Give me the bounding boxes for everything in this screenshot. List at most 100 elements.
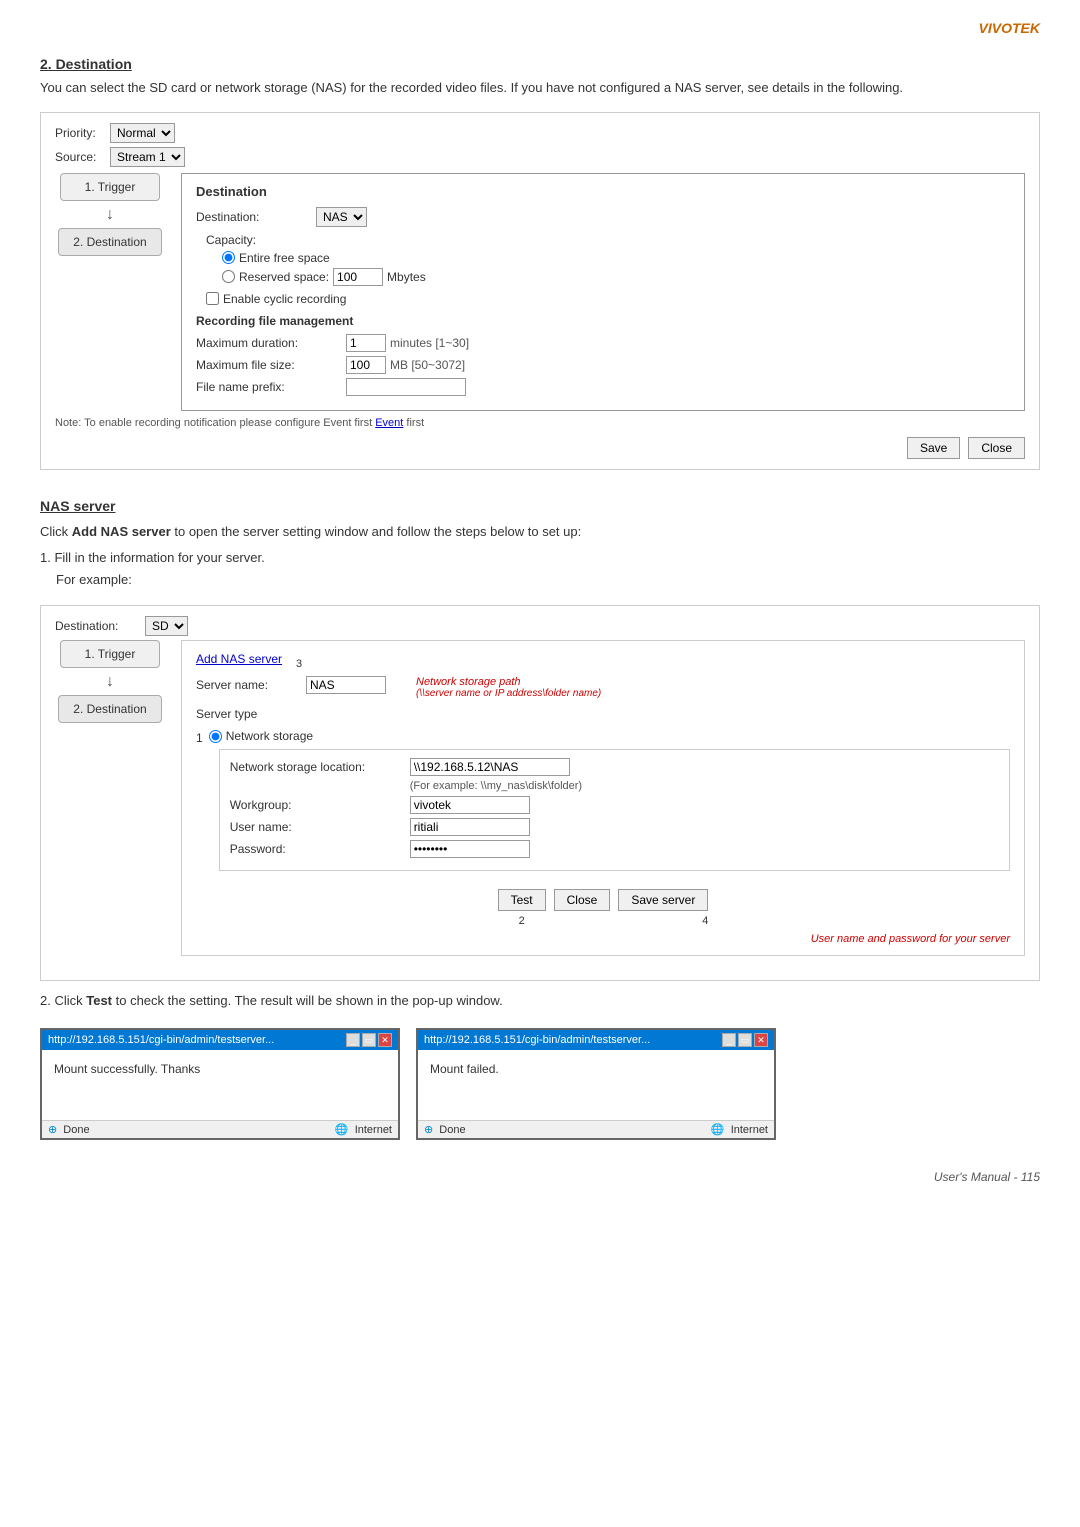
- popup2-titlebar: http://192.168.5.151/cgi-bin/admin/tests…: [418, 1030, 774, 1050]
- max-duration-input[interactable]: [346, 334, 386, 352]
- workflow-steps-1: 1. Trigger ↓ 2. Destination: [55, 173, 165, 256]
- source-label: Source:: [55, 150, 110, 164]
- brand-logo: VIVOTEK: [40, 20, 1040, 36]
- nas-step-arrow: ↓: [106, 672, 114, 691]
- max-duration-unit: minutes [1~30]: [390, 336, 469, 350]
- workgroup-input[interactable]: [410, 796, 530, 814]
- annotation-3: 3: [296, 658, 302, 670]
- add-nas-btn[interactable]: Add NAS server: [196, 652, 282, 666]
- cyclic-recording-checkbox[interactable]: [206, 292, 219, 305]
- annotation-2: 2: [519, 915, 525, 927]
- server-name-input[interactable]: [306, 676, 386, 694]
- nas-section: NAS server Click Add NAS server to open …: [40, 498, 1040, 982]
- source-select[interactable]: Stream 1: [110, 147, 185, 167]
- config-area-1: Priority: Normal Source: Stream 1 1. Tri…: [40, 112, 1040, 470]
- password-label: Password:: [230, 842, 410, 856]
- nas-intro: Click Add NAS server to open the server …: [40, 522, 1040, 542]
- entire-free-radio[interactable]: [222, 251, 235, 264]
- reserved-space-radio[interactable]: [222, 270, 235, 283]
- page-footer: User's Manual - 115: [40, 1170, 1040, 1184]
- popup2-done: ⊕ Done: [424, 1123, 466, 1136]
- popup1-restore[interactable]: ▭: [362, 1033, 376, 1047]
- popup1-statusbar: ⊕ Done 🌐 Internet: [42, 1120, 398, 1138]
- priority-select[interactable]: Normal: [110, 123, 175, 143]
- popup2-internet: 🌐 Internet: [711, 1123, 768, 1136]
- annotation-username-password: User name and password for your server: [196, 933, 1010, 945]
- server-type-label: Server type: [196, 705, 306, 721]
- popup1-close[interactable]: ✕: [378, 1033, 392, 1047]
- server-name-label: Server name:: [196, 676, 306, 692]
- annotation-1: 1: [196, 731, 203, 745]
- entire-free-label: Entire free space: [239, 251, 330, 265]
- popup2-statusbar: ⊕ Done 🌐 Internet: [418, 1120, 774, 1138]
- workflow-steps-2: 1. Trigger ↓ 2. Destination: [55, 640, 165, 723]
- popup-section: http://192.168.5.151/cgi-bin/admin/tests…: [40, 1028, 1040, 1140]
- destination-panel-1: Destination Destination: NAS Capacity: E…: [181, 173, 1025, 411]
- step2-box: 2. Destination: [58, 228, 161, 256]
- priority-label: Priority:: [55, 126, 110, 140]
- popup1-controls: _ ▭ ✕: [346, 1033, 392, 1047]
- password-input[interactable]: [410, 840, 530, 858]
- username-label: User name:: [230, 820, 410, 834]
- reserved-space-label: Reserved space:: [239, 270, 329, 284]
- network-storage-box: Network storage location: (For example: …: [219, 749, 1010, 871]
- dest-select[interactable]: NAS: [316, 207, 367, 227]
- close-button[interactable]: Close: [968, 437, 1025, 459]
- popup1-minimize[interactable]: _: [346, 1033, 360, 1047]
- popup2-restore[interactable]: ▭: [738, 1033, 752, 1047]
- dest-select-2[interactable]: SD: [145, 616, 188, 636]
- popup2-minimize[interactable]: _: [722, 1033, 736, 1047]
- dest-label2: Destination:: [55, 619, 145, 633]
- popup2-close[interactable]: ✕: [754, 1033, 768, 1047]
- nas-steps: 1. Fill in the information for your serv…: [40, 547, 1040, 591]
- rec-mgmt-title: Recording file management: [196, 314, 1010, 328]
- for-example-text: (For example: \\my_nas\disk\folder): [410, 780, 999, 792]
- file-prefix-input[interactable]: [346, 378, 466, 396]
- popup1-done: ⊕ Done: [48, 1123, 90, 1136]
- annotation-4: 4: [702, 915, 708, 927]
- network-location-label: Network storage location:: [230, 760, 410, 774]
- section1-title: 2. Destination: [40, 56, 1040, 72]
- network-location-input[interactable]: [410, 758, 570, 776]
- workgroup-label: Workgroup:: [230, 798, 410, 812]
- username-input[interactable]: [410, 818, 530, 836]
- popup-success: http://192.168.5.151/cgi-bin/admin/tests…: [40, 1028, 400, 1140]
- nas-panel: Add NAS server 3 Server name: Network st…: [181, 640, 1025, 956]
- nas-close-button[interactable]: Close: [554, 889, 611, 911]
- reserved-space-input[interactable]: [333, 268, 383, 286]
- test-button[interactable]: Test: [498, 889, 546, 911]
- max-duration-label: Maximum duration:: [196, 336, 346, 350]
- popup1-message: Mount successfully. Thanks: [54, 1062, 200, 1076]
- event-link[interactable]: Event: [375, 417, 403, 429]
- network-storage-radio[interactable]: [209, 730, 222, 743]
- section1-intro: You can select the SD card or network st…: [40, 78, 1040, 98]
- popup-failed: http://192.168.5.151/cgi-bin/admin/tests…: [416, 1028, 776, 1140]
- nas-step1-box: 1. Trigger: [60, 640, 160, 668]
- popup2-controls: _ ▭ ✕: [722, 1033, 768, 1047]
- popup1-title: http://192.168.5.151/cgi-bin/admin/tests…: [48, 1034, 274, 1046]
- dest-panel-title: Destination: [196, 184, 1010, 199]
- click-test-text: 2. Click Test to check the setting. The …: [40, 993, 1040, 1008]
- max-file-size-unit: MB [50~3072]: [390, 358, 465, 372]
- max-file-size-input[interactable]: [346, 356, 386, 374]
- nas-workflow: 1. Trigger ↓ 2. Destination Add NAS serv…: [55, 640, 1025, 956]
- file-prefix-label: File name prefix:: [196, 380, 346, 394]
- popup1-titlebar: http://192.168.5.151/cgi-bin/admin/tests…: [42, 1030, 398, 1050]
- save-button[interactable]: Save: [907, 437, 960, 459]
- popup2-title: http://192.168.5.151/cgi-bin/admin/tests…: [424, 1034, 650, 1046]
- max-file-size-label: Maximum file size:: [196, 358, 346, 372]
- step1-box: 1. Trigger: [60, 173, 160, 201]
- network-storage-label: Network storage: [226, 729, 313, 743]
- capacity-label: Capacity:: [206, 233, 1010, 247]
- annotation-network-path: Network storage path (\\server name or I…: [416, 676, 601, 699]
- popup2-body: Mount failed.: [418, 1050, 774, 1120]
- reserved-space-unit: Mbytes: [387, 270, 426, 284]
- popup2-message: Mount failed.: [430, 1062, 499, 1076]
- nas-section-title: NAS server: [40, 498, 1040, 514]
- popup1-internet: 🌐 Internet: [335, 1123, 392, 1136]
- nas-step2-box: 2. Destination: [58, 695, 161, 723]
- popup1-body: Mount successfully. Thanks: [42, 1050, 398, 1120]
- step-arrow-1: ↓: [106, 205, 114, 224]
- note-row: Note: To enable recording notification p…: [55, 417, 1025, 429]
- save-server-button[interactable]: Save server: [618, 889, 708, 911]
